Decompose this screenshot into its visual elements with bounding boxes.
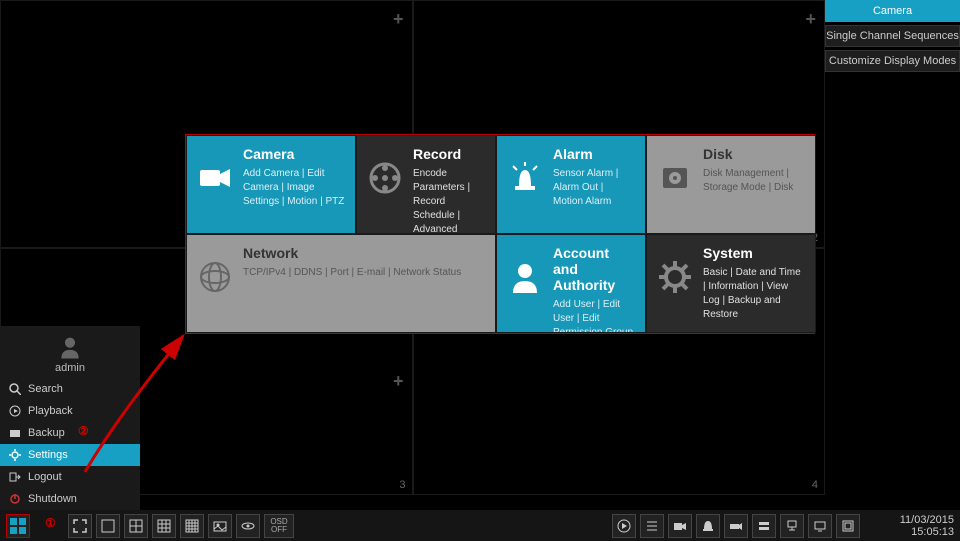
menu-label: Search (28, 383, 63, 395)
tile-title: Alarm (553, 146, 635, 162)
tile-title: Camera (243, 146, 345, 162)
menu-shutdown[interactable]: Shutdown (0, 488, 140, 510)
menu-label: Backup (28, 427, 65, 439)
alarm-icon (507, 160, 543, 196)
osd-button[interactable]: OSD OFF (264, 514, 294, 538)
user-icon (507, 259, 543, 295)
logout-icon (8, 470, 22, 484)
tile-system[interactable]: System Basic | Date and Time | Informati… (646, 234, 816, 333)
menu-label: Settings (28, 449, 68, 461)
tile-title: Disk (703, 146, 805, 162)
add-camera-icon[interactable]: + (805, 9, 816, 30)
disk-icon (657, 160, 693, 196)
tile-disk[interactable]: Disk Disk Management | Storage Mode | Di… (646, 135, 816, 234)
play-icon (8, 404, 22, 418)
side-camera-button[interactable]: Camera (825, 0, 960, 22)
add-camera-icon[interactable]: + (393, 9, 404, 30)
menu-label: Playback (28, 405, 73, 417)
user-block: admin (0, 326, 140, 378)
layout-1-button[interactable] (96, 514, 120, 538)
tile-title: Account and Authority (553, 245, 635, 293)
layout-16-button[interactable] (180, 514, 204, 538)
tile-title: Record (413, 146, 485, 162)
layout-menu-button[interactable] (6, 514, 30, 538)
menu-playback[interactable]: Playback (0, 400, 140, 422)
tile-camera[interactable]: Camera Add Camera | Edit Camera | Image … (186, 135, 356, 234)
gear-icon (657, 259, 693, 295)
annotation-1: ① (45, 516, 56, 530)
tile-subtitle: Add Camera | Edit Camera | Image Setting… (243, 167, 345, 209)
monitor-toolbar-button[interactable] (808, 514, 832, 538)
menu-logout[interactable]: Logout (0, 466, 140, 488)
tile-subtitle: Basic | Date and Time | Information | Vi… (703, 266, 805, 322)
tile-subtitle: Add User | Edit User | Edit Permission G… (553, 298, 635, 333)
tile-record[interactable]: Record Encode Parameters | Record Schedu… (356, 135, 496, 234)
network-toolbar-button[interactable] (780, 514, 804, 538)
clock: 11/03/2015 15:05:13 (864, 514, 954, 538)
tile-network[interactable]: Network TCP/IPv4 | DDNS | Port | E-mail … (186, 234, 496, 333)
layout-9-button[interactable] (152, 514, 176, 538)
side-single-channel-button[interactable]: Single Channel Sequences (825, 25, 960, 47)
tile-subtitle: Sensor Alarm | Alarm Out | Motion Alarm (553, 167, 635, 209)
popup-menu: admin Search Playback Backup Settings Lo… (0, 326, 140, 510)
tile-title: System (703, 245, 805, 261)
camera-toolbar-button[interactable] (668, 514, 692, 538)
power-icon (8, 492, 22, 506)
disk-toolbar-button[interactable] (752, 514, 776, 538)
tile-subtitle: TCP/IPv4 | DDNS | Port | E-mail | Networ… (243, 266, 485, 280)
avatar-icon (57, 334, 83, 360)
cell-number: 3 (399, 479, 405, 491)
time-text: 15:05:13 (864, 526, 954, 538)
user-name: admin (0, 362, 140, 374)
cell-number: 4 (812, 479, 818, 491)
tile-title: Network (243, 245, 485, 261)
info-toolbar-button[interactable] (836, 514, 860, 538)
camera-icon (197, 160, 233, 196)
record-toolbar-button[interactable] (724, 514, 748, 538)
date-text: 11/03/2015 (864, 514, 954, 526)
sequence-button[interactable] (236, 514, 260, 538)
alarm-toolbar-button[interactable] (696, 514, 720, 538)
add-camera-icon[interactable]: + (393, 371, 404, 392)
globe-icon (197, 259, 233, 295)
menu-backup[interactable]: Backup (0, 422, 140, 444)
film-reel-icon (367, 160, 403, 196)
annotation-2: ② (78, 424, 89, 438)
backup-icon (8, 426, 22, 440)
gear-icon (8, 448, 22, 462)
snapshot-button[interactable] (208, 514, 232, 538)
layout-4-button[interactable] (124, 514, 148, 538)
bottom-toolbar: OSD OFF 11/03/2015 15:05:13 (0, 510, 960, 541)
menu-label: Shutdown (28, 493, 77, 505)
search-icon (8, 382, 22, 396)
menu-settings[interactable]: Settings (0, 444, 140, 466)
play-button[interactable] (612, 514, 636, 538)
tile-account[interactable]: Account and Authority Add User | Edit Us… (496, 234, 646, 333)
tile-subtitle: Encode Parameters | Record Schedule | Ad… (413, 167, 485, 234)
menu-search[interactable]: Search (0, 378, 140, 400)
side-panel: Camera Single Channel Sequences Customiz… (825, 0, 960, 75)
tile-alarm[interactable]: Alarm Sensor Alarm | Alarm Out | Motion … (496, 135, 646, 234)
tile-subtitle: Disk Management | Storage Mode | Disk (703, 167, 805, 195)
stop-button[interactable] (640, 514, 664, 538)
settings-panel: Camera Add Camera | Edit Camera | Image … (185, 134, 815, 334)
fullscreen-button[interactable] (68, 514, 92, 538)
menu-label: Logout (28, 471, 62, 483)
side-customize-display-button[interactable]: Customize Display Modes (825, 50, 960, 72)
